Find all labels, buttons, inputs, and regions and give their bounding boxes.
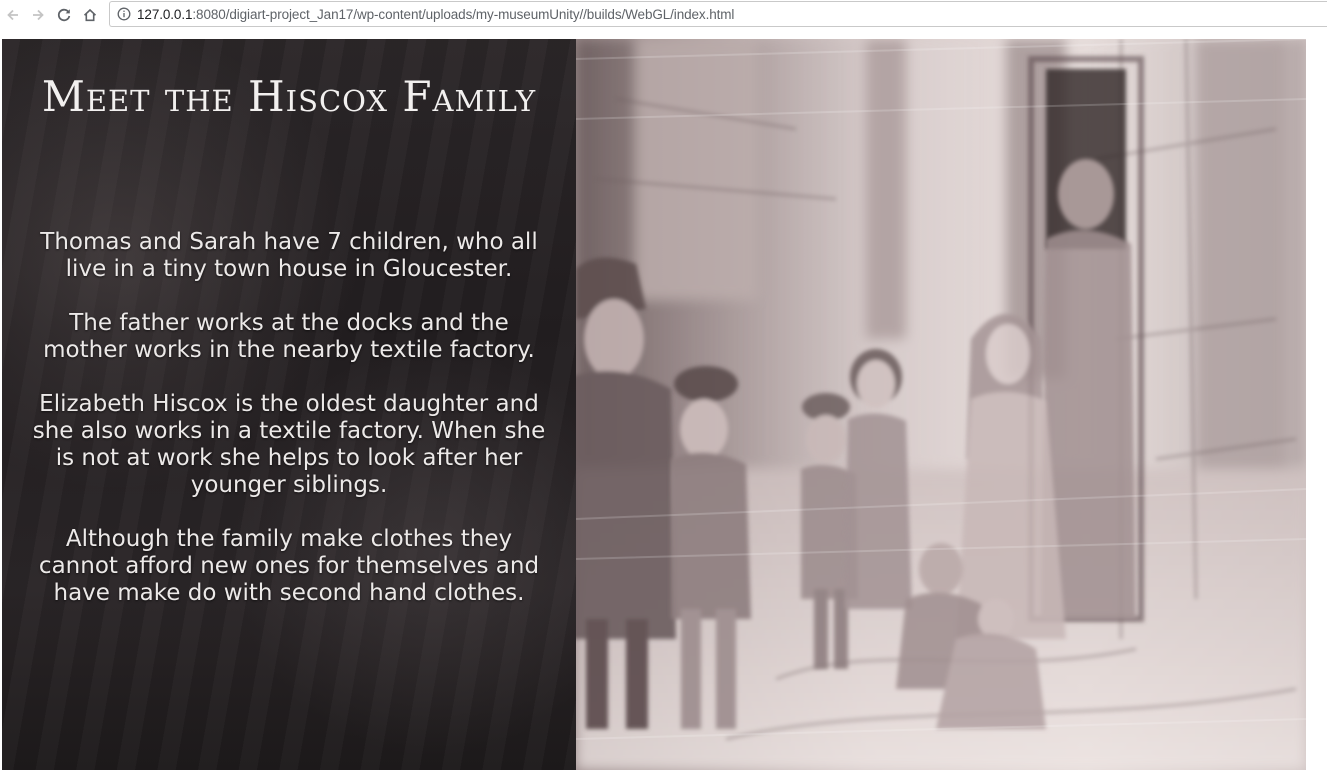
info-panel: Meet the Hiscox Family Thomas and Sarah … (2, 39, 576, 770)
panel-title: Meet the Hiscox Family (41, 72, 537, 121)
url-text: 127.0.0.1:8080/digiart-project_Jan17/wp-… (137, 7, 734, 22)
webgl-canvas[interactable]: Meet the Hiscox Family Thomas and Sarah … (2, 39, 1306, 770)
browser-toolbar: 127.0.0.1:8080/digiart-project_Jan17/wp-… (0, 0, 1327, 30)
arrow-left-icon (5, 7, 21, 23)
back-button[interactable] (2, 4, 24, 26)
family-sketch (576, 39, 1306, 770)
url-host: 127.0.0.1 (137, 6, 193, 22)
reload-button[interactable] (53, 4, 75, 26)
forward-button[interactable] (27, 4, 49, 26)
home-button[interactable] (79, 4, 101, 26)
family-sketch-illustration (576, 39, 1306, 770)
info-icon[interactable] (117, 7, 131, 21)
paragraph-parents: Thomas and Sarah have 7 children, who al… (40, 229, 538, 282)
address-bar[interactable]: 127.0.0.1:8080/digiart-project_Jan17/wp-… (109, 1, 1327, 27)
url-path: :8080/digiart-project_Jan17/wp-content/u… (192, 6, 735, 22)
home-icon (82, 7, 98, 23)
paragraph-jobs: The father works at the docks and the mo… (43, 310, 535, 363)
arrow-right-icon (30, 7, 46, 23)
reload-icon (56, 7, 72, 23)
paragraph-clothes: Although the family make clothes they ca… (38, 526, 540, 606)
paragraph-elizabeth: Elizabeth Hiscox is the oldest daughter … (32, 391, 546, 498)
panel-body: Thomas and Sarah have 7 children, who al… (32, 229, 546, 634)
